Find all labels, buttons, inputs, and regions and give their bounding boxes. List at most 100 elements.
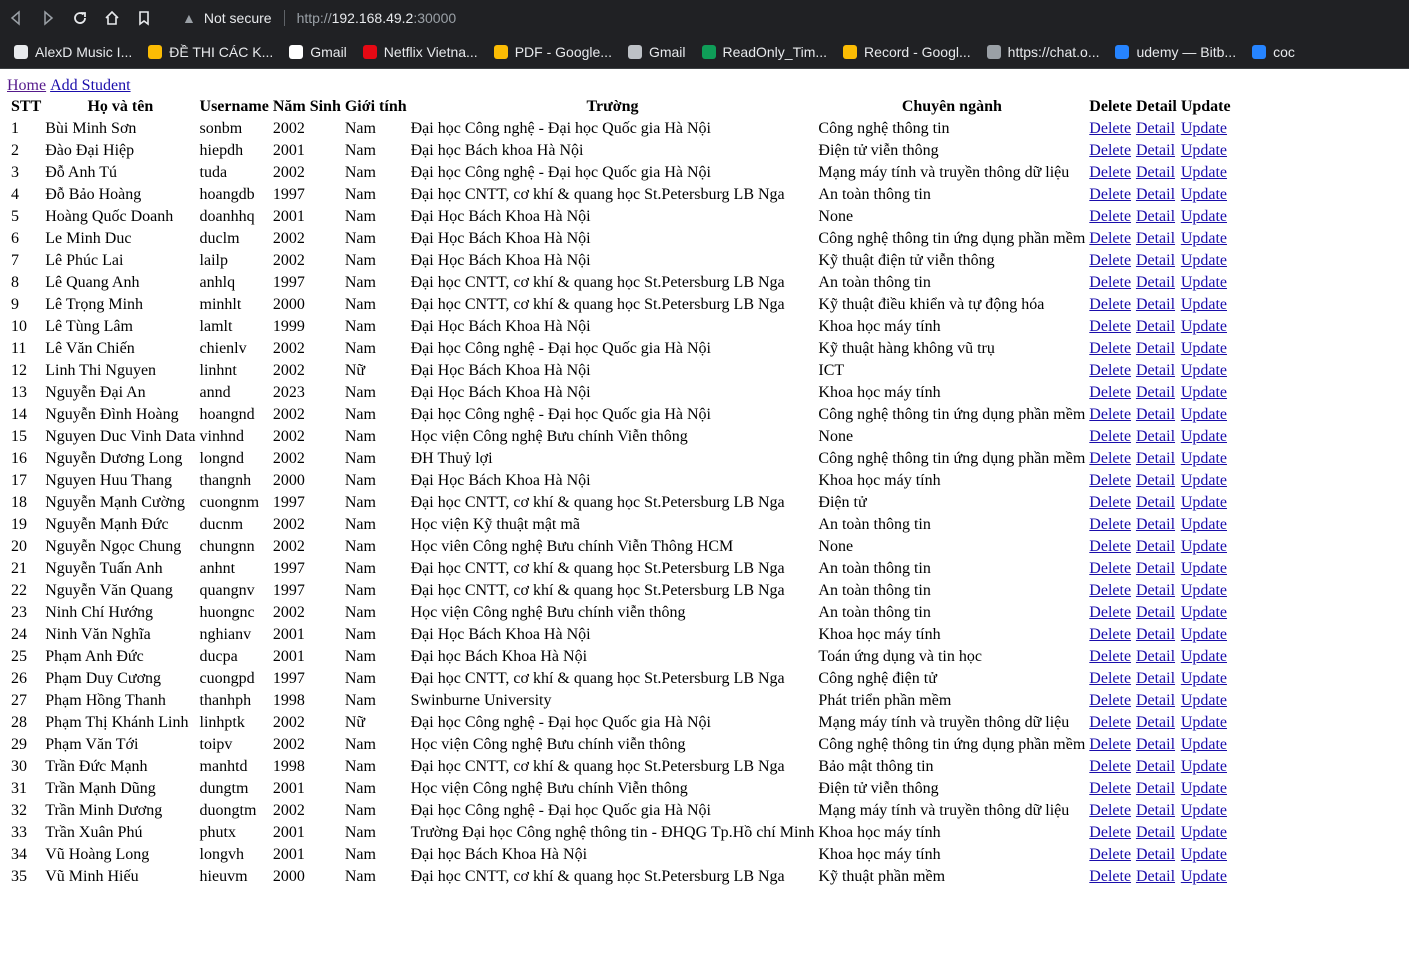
delete-link[interactable]: Delete <box>1089 384 1131 401</box>
delete-link[interactable]: Delete <box>1089 604 1131 621</box>
home-link[interactable]: Home <box>7 77 46 94</box>
delete-link[interactable]: Delete <box>1089 868 1131 885</box>
delete-link[interactable]: Delete <box>1089 824 1131 841</box>
detail-link[interactable]: Detail <box>1136 824 1175 841</box>
update-link[interactable]: Update <box>1181 318 1227 335</box>
update-link[interactable]: Update <box>1181 560 1227 577</box>
detail-link[interactable]: Detail <box>1136 780 1175 797</box>
update-link[interactable]: Update <box>1181 604 1227 621</box>
delete-link[interactable]: Delete <box>1089 186 1131 203</box>
detail-link[interactable]: Detail <box>1136 868 1175 885</box>
update-link[interactable]: Update <box>1181 208 1227 225</box>
delete-link[interactable]: Delete <box>1089 736 1131 753</box>
detail-link[interactable]: Detail <box>1136 516 1175 533</box>
delete-link[interactable]: Delete <box>1089 494 1131 511</box>
delete-link[interactable]: Delete <box>1089 340 1131 357</box>
detail-link[interactable]: Detail <box>1136 186 1175 203</box>
bookmark-button[interactable] <box>128 0 160 36</box>
update-link[interactable]: Update <box>1181 296 1227 313</box>
delete-link[interactable]: Delete <box>1089 472 1131 489</box>
back-button[interactable] <box>0 0 32 36</box>
bookmark-item[interactable]: udemy — Bitb... <box>1115 44 1236 60</box>
update-link[interactable]: Update <box>1181 516 1227 533</box>
update-link[interactable]: Update <box>1181 582 1227 599</box>
delete-link[interactable]: Delete <box>1089 780 1131 797</box>
delete-link[interactable]: Delete <box>1089 142 1131 159</box>
delete-link[interactable]: Delete <box>1089 252 1131 269</box>
update-link[interactable]: Update <box>1181 538 1227 555</box>
forward-button[interactable] <box>32 0 64 36</box>
delete-link[interactable]: Delete <box>1089 318 1131 335</box>
delete-link[interactable]: Delete <box>1089 714 1131 731</box>
delete-link[interactable]: Delete <box>1089 230 1131 247</box>
update-link[interactable]: Update <box>1181 428 1227 445</box>
detail-link[interactable]: Detail <box>1136 560 1175 577</box>
reload-button[interactable] <box>64 0 96 36</box>
delete-link[interactable]: Delete <box>1089 516 1131 533</box>
delete-link[interactable]: Delete <box>1089 208 1131 225</box>
detail-link[interactable]: Detail <box>1136 252 1175 269</box>
detail-link[interactable]: Detail <box>1136 340 1175 357</box>
delete-link[interactable]: Delete <box>1089 648 1131 665</box>
add-student-link[interactable]: Add Student <box>50 77 130 94</box>
detail-link[interactable]: Detail <box>1136 802 1175 819</box>
detail-link[interactable]: Detail <box>1136 318 1175 335</box>
update-link[interactable]: Update <box>1181 406 1227 423</box>
update-link[interactable]: Update <box>1181 142 1227 159</box>
detail-link[interactable]: Detail <box>1136 670 1175 687</box>
update-link[interactable]: Update <box>1181 780 1227 797</box>
bookmark-item[interactable]: PDF - Google... <box>493 44 612 60</box>
detail-link[interactable]: Detail <box>1136 846 1175 863</box>
delete-link[interactable]: Delete <box>1089 450 1131 467</box>
detail-link[interactable]: Detail <box>1136 604 1175 621</box>
delete-link[interactable]: Delete <box>1089 626 1131 643</box>
detail-link[interactable]: Detail <box>1136 692 1175 709</box>
detail-link[interactable]: Detail <box>1136 208 1175 225</box>
detail-link[interactable]: Detail <box>1136 450 1175 467</box>
update-link[interactable]: Update <box>1181 494 1227 511</box>
bookmark-item[interactable]: ĐỀ THI CÁC K... <box>148 44 273 60</box>
bookmark-item[interactable]: Record - Googl... <box>843 44 971 60</box>
update-link[interactable]: Update <box>1181 274 1227 291</box>
detail-link[interactable]: Detail <box>1136 296 1175 313</box>
bookmark-item[interactable]: https://chat.o... <box>986 44 1099 60</box>
detail-link[interactable]: Detail <box>1136 494 1175 511</box>
detail-link[interactable]: Detail <box>1136 648 1175 665</box>
update-link[interactable]: Update <box>1181 824 1227 841</box>
detail-link[interactable]: Detail <box>1136 274 1175 291</box>
update-link[interactable]: Update <box>1181 648 1227 665</box>
update-link[interactable]: Update <box>1181 868 1227 885</box>
detail-link[interactable]: Detail <box>1136 120 1175 137</box>
detail-link[interactable]: Detail <box>1136 406 1175 423</box>
update-link[interactable]: Update <box>1181 670 1227 687</box>
delete-link[interactable]: Delete <box>1089 406 1131 423</box>
update-link[interactable]: Update <box>1181 120 1227 137</box>
delete-link[interactable]: Delete <box>1089 692 1131 709</box>
delete-link[interactable]: Delete <box>1089 538 1131 555</box>
update-link[interactable]: Update <box>1181 230 1227 247</box>
update-link[interactable]: Update <box>1181 626 1227 643</box>
detail-link[interactable]: Detail <box>1136 582 1175 599</box>
bookmark-item[interactable]: Netflix Vietna... <box>362 44 478 60</box>
detail-link[interactable]: Detail <box>1136 758 1175 775</box>
detail-link[interactable]: Detail <box>1136 142 1175 159</box>
delete-link[interactable]: Delete <box>1089 120 1131 137</box>
home-button[interactable] <box>96 0 128 36</box>
update-link[interactable]: Update <box>1181 472 1227 489</box>
detail-link[interactable]: Detail <box>1136 362 1175 379</box>
bookmark-item[interactable]: AlexD Music I... <box>14 44 132 60</box>
detail-link[interactable]: Detail <box>1136 736 1175 753</box>
detail-link[interactable]: Detail <box>1136 230 1175 247</box>
delete-link[interactable]: Delete <box>1089 428 1131 445</box>
update-link[interactable]: Update <box>1181 846 1227 863</box>
update-link[interactable]: Update <box>1181 736 1227 753</box>
bookmark-item[interactable]: Gmail <box>289 44 347 60</box>
bookmark-item[interactable]: coc <box>1252 44 1295 60</box>
detail-link[interactable]: Detail <box>1136 472 1175 489</box>
delete-link[interactable]: Delete <box>1089 274 1131 291</box>
detail-link[interactable]: Detail <box>1136 428 1175 445</box>
detail-link[interactable]: Detail <box>1136 384 1175 401</box>
detail-link[interactable]: Detail <box>1136 714 1175 731</box>
detail-link[interactable]: Detail <box>1136 538 1175 555</box>
delete-link[interactable]: Delete <box>1089 758 1131 775</box>
